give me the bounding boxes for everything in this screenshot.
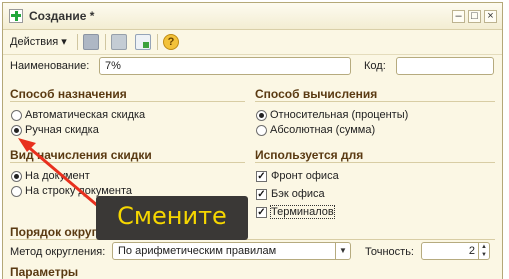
- annotation-tooltip: Смените: [96, 196, 248, 240]
- annotation-arrow: [18, 138, 100, 208]
- app-root: Создание * – □ × Действия ▾ ? Наименован…: [0, 0, 509, 279]
- annotation-tooltip-text: Смените: [117, 202, 227, 230]
